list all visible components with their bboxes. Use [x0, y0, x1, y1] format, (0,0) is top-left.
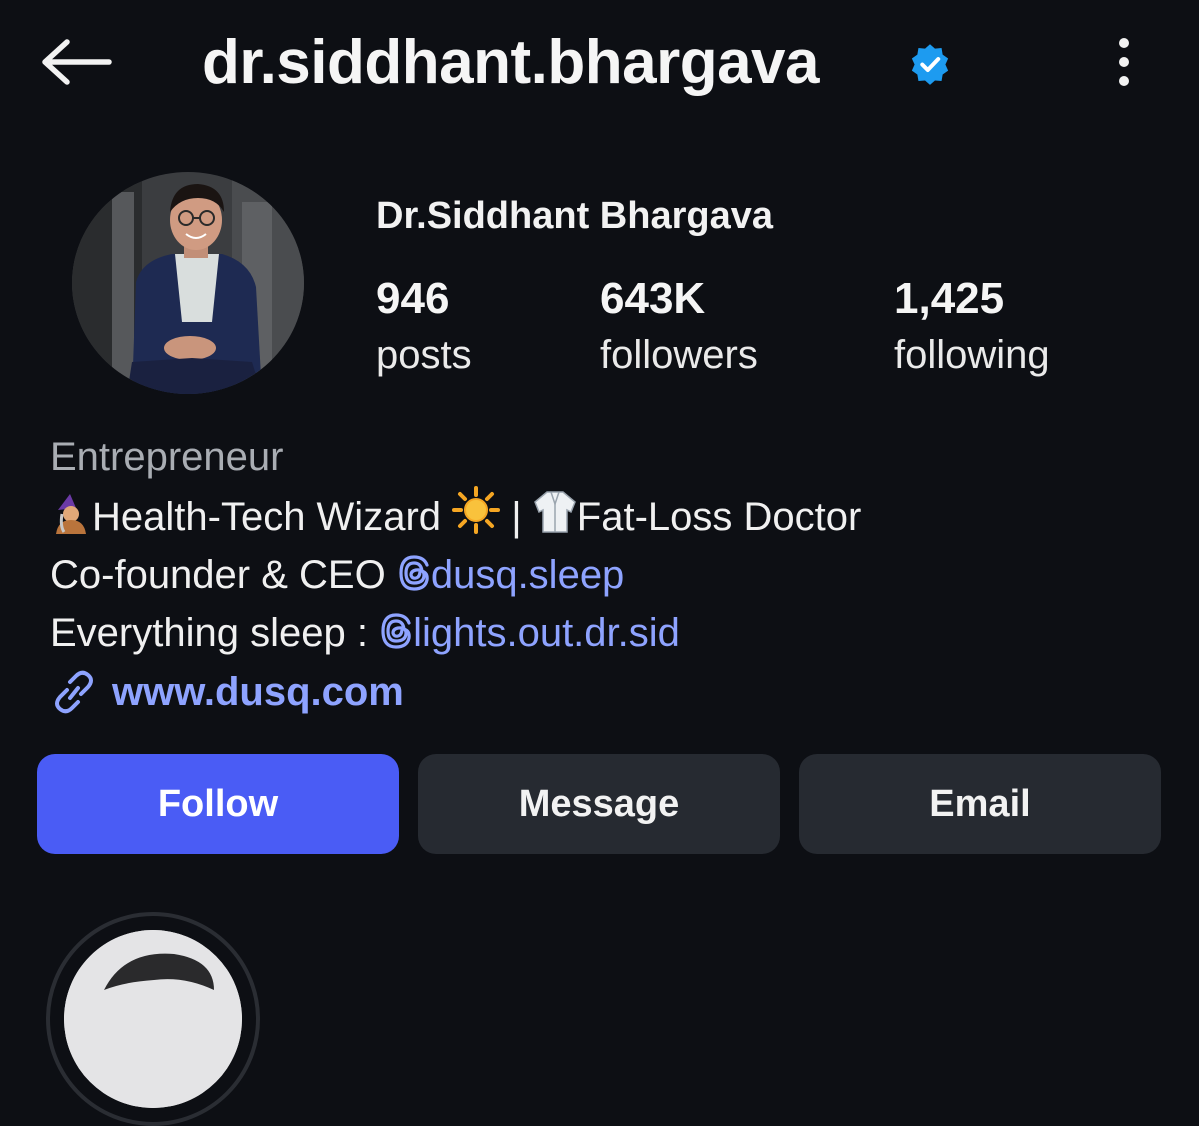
- back-button[interactable]: [36, 30, 116, 94]
- following-label: following: [894, 333, 1050, 377]
- bio-line-1-part-1: Health-Tech Wizard: [92, 495, 442, 539]
- bio-line-3: Everything sleep : lights.out.dr.sid: [50, 604, 1150, 662]
- followers-count: 643K: [600, 274, 706, 323]
- vertical-dots-icon: [1119, 38, 1129, 86]
- bio-line-1-separator: |: [511, 495, 522, 539]
- email-button[interactable]: Email: [799, 754, 1161, 854]
- more-options-button[interactable]: [1100, 30, 1148, 94]
- bio-line-3-prefix: Everything sleep :: [50, 611, 368, 655]
- mention-link-dusq-sleep[interactable]: dusq.sleep: [397, 553, 624, 597]
- profile-photo: [72, 172, 304, 394]
- followers-stat[interactable]: 643K followers: [600, 272, 758, 384]
- top-bar: dr.siddhant.bhargava: [0, 0, 1199, 130]
- bio-line-2: Co-founder & CEO dusq.sleep: [50, 546, 1150, 604]
- arrow-left-icon: [42, 39, 112, 85]
- following-count: 1,425: [894, 274, 1005, 323]
- follow-button[interactable]: Follow: [37, 754, 399, 854]
- link-icon: [50, 670, 98, 714]
- website-url: www.dusq.com: [112, 669, 404, 714]
- posts-label: posts: [376, 333, 472, 377]
- message-button[interactable]: Message: [418, 754, 780, 854]
- bio-line-2-prefix: Co-founder & CEO: [50, 553, 386, 597]
- website-link[interactable]: www.dusq.com: [50, 664, 404, 720]
- profile-bio: Entrepreneur Health-Tech Wizard | Fat-Lo…: [50, 428, 1150, 662]
- mention-dusq-sleep-text: dusq.sleep: [430, 553, 625, 597]
- profile-display-name: Dr.Siddhant Bhargava: [376, 195, 773, 237]
- mention-lights-out-text: lights.out.dr.sid: [413, 611, 680, 655]
- threads-icon: [381, 613, 411, 649]
- posts-count: 946: [376, 274, 450, 323]
- sun-emoji-icon: [452, 486, 501, 534]
- followers-label: followers: [600, 333, 758, 377]
- threads-icon: [399, 555, 429, 591]
- following-stat[interactable]: 1,425 following: [894, 272, 1050, 384]
- story-highlight-cover: [64, 930, 242, 1108]
- profile-avatar[interactable]: [72, 172, 304, 394]
- bio-line-1: Health-Tech Wizard | Fat-Loss Doctor: [50, 486, 1150, 546]
- posts-stat[interactable]: 946 posts: [376, 272, 472, 384]
- story-highlight[interactable]: [46, 912, 260, 1126]
- bio-line-1-part-2: Fat-Loss Doctor: [576, 495, 862, 539]
- verified-badge-icon: [911, 44, 949, 85]
- lab-coat-emoji-icon: [533, 491, 576, 533]
- mage-emoji-icon: [56, 494, 86, 534]
- mention-link-lights-out[interactable]: lights.out.dr.sid: [379, 611, 680, 655]
- bio-category: Entrepreneur: [50, 435, 284, 479]
- profile-username: dr.siddhant.bhargava: [202, 28, 820, 97]
